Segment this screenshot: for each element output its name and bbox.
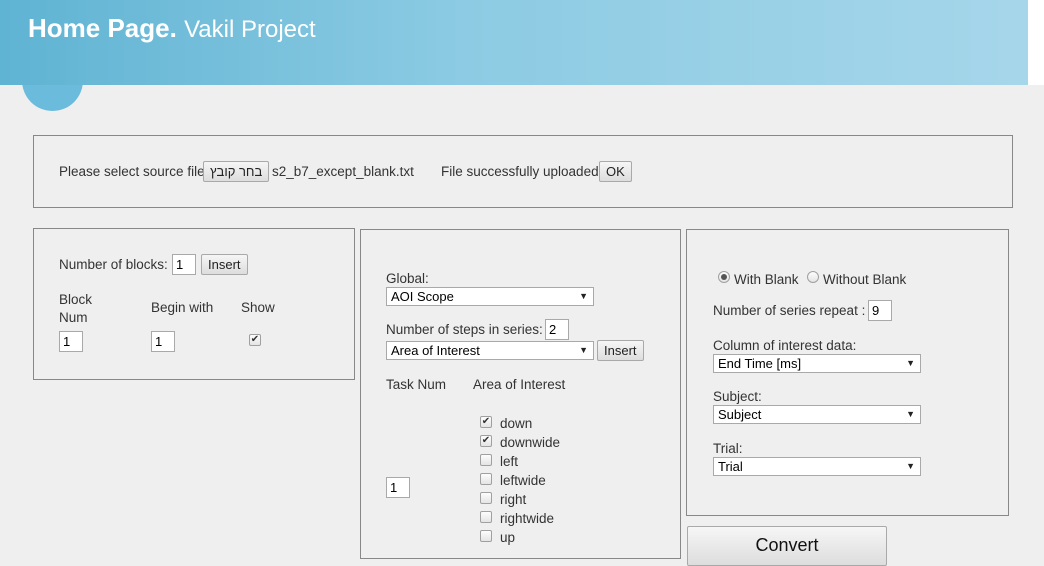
aoi-checkbox-leftwide[interactable] [480, 473, 492, 485]
col-show: Show [241, 300, 275, 315]
aoi-checkbox-rightwide[interactable] [480, 511, 492, 523]
trial-label: Trial: [713, 441, 743, 456]
steps-label: Number of steps in series: [386, 322, 543, 337]
aoi-select-value: Area of Interest [391, 343, 480, 358]
convert-button[interactable]: Convert [687, 526, 887, 566]
upload-status-text: File successfully uploaded [441, 164, 599, 179]
with-blank-label: With Blank [734, 272, 799, 287]
page-header: Home Page. Vakil Project [0, 0, 1028, 85]
column-of-interest-label: Column of interest data: [713, 338, 857, 353]
global-insert-button[interactable]: Insert [597, 340, 644, 361]
without-blank-radio[interactable] [807, 271, 819, 283]
column-of-interest-select[interactable]: End Time [ms] ▼ [713, 354, 921, 373]
ok-button[interactable]: OK [599, 161, 632, 182]
subject-select[interactable]: Subject ▼ [713, 405, 921, 424]
global-select-value: AOI Scope [391, 289, 454, 304]
series-repeat-input[interactable] [868, 300, 892, 321]
aoi-label-downwide: downwide [500, 435, 561, 450]
aoi-label-left: left [500, 454, 519, 469]
header-edge [1028, 0, 1044, 85]
aoi-select[interactable]: Area of Interest ▼ [386, 341, 594, 360]
aoi-label-right: right [500, 492, 527, 507]
dropdown-arrow-icon: ▼ [906, 461, 915, 471]
blocks-insert-button[interactable]: Insert [201, 254, 248, 275]
col-block-num: Block Num [59, 292, 93, 325]
with-blank-radio[interactable] [718, 271, 730, 283]
number-of-blocks-label: Number of blocks: [59, 257, 168, 272]
global-label: Global: [386, 271, 429, 286]
aoi-label-rightwide: rightwide [500, 511, 555, 526]
col-area-of-interest: Area of Interest [473, 377, 566, 392]
task-num-input[interactable] [386, 477, 410, 498]
aoi-label-up: up [500, 530, 516, 545]
block-num-input[interactable] [59, 331, 83, 352]
file-name-text: s2_b7_except_blank.txt [272, 164, 414, 179]
column-select-value: End Time [ms] [718, 356, 802, 371]
dropdown-arrow-icon: ▼ [906, 358, 915, 368]
aoi-checkbox-up[interactable] [480, 530, 492, 542]
aoi-label-down: down [500, 416, 533, 431]
subject-select-value: Subject [718, 407, 762, 422]
aoi-checkbox-right[interactable] [480, 492, 492, 504]
show-checkbox[interactable]: ✔ [249, 334, 261, 346]
steps-input[interactable] [545, 319, 569, 340]
select-file-label: Please select source file [59, 164, 205, 179]
series-repeat-label: Number of series repeat : [713, 303, 866, 318]
page-title: Home Page. Vakil Project [28, 13, 316, 44]
trial-select-value: Trial [718, 459, 743, 474]
aoi-checkbox-left[interactable] [480, 454, 492, 466]
dropdown-arrow-icon: ▼ [579, 345, 588, 355]
dropdown-arrow-icon: ▼ [906, 409, 915, 419]
without-blank-label: Without Blank [823, 272, 907, 287]
trial-select[interactable]: Trial ▼ [713, 457, 921, 476]
page-title-bold: Home Page. [28, 13, 177, 43]
begin-with-input[interactable] [151, 331, 175, 352]
col-begin-with: Begin with [151, 300, 214, 315]
number-of-blocks-input[interactable] [172, 254, 196, 275]
col-task-num: Task Num [386, 377, 447, 392]
subject-label: Subject: [713, 389, 762, 404]
aoi-label-leftwide: leftwide [500, 473, 546, 488]
choose-file-button[interactable]: בחר קובץ [203, 161, 270, 182]
aoi-checkbox-downwide[interactable]: ✔ [480, 435, 492, 447]
dropdown-arrow-icon: ▼ [579, 291, 588, 301]
aoi-checkbox-down[interactable]: ✔ [480, 416, 492, 428]
global-select[interactable]: AOI Scope ▼ [386, 287, 594, 306]
page-subtitle: Vakil Project [184, 16, 316, 43]
